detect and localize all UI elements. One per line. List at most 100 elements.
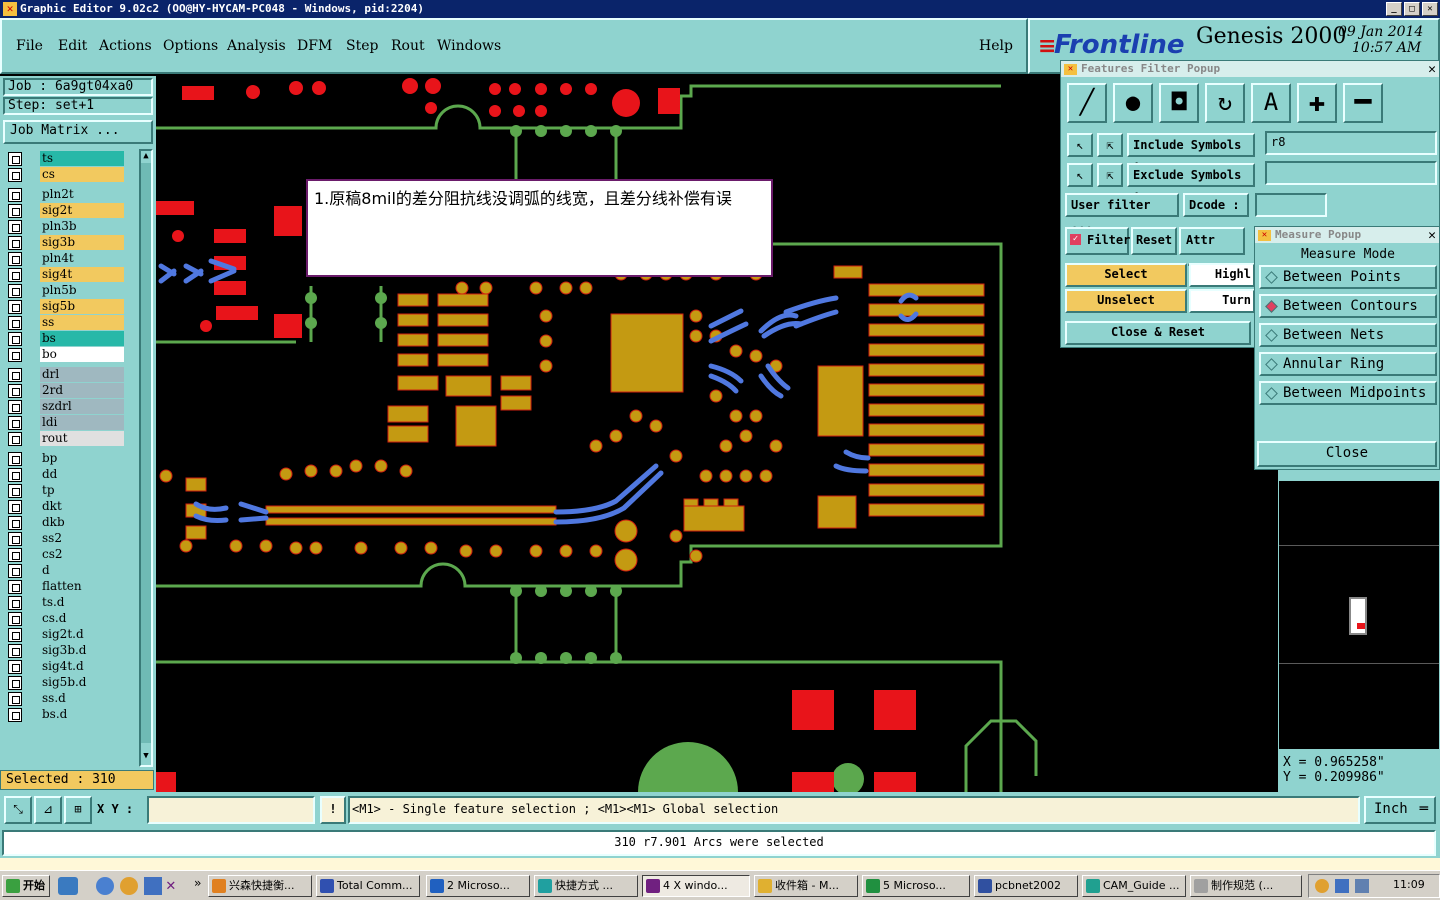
scroll-up-icon[interactable]: ▲ — [141, 151, 151, 163]
tray-icon[interactable] — [1315, 879, 1329, 893]
menu-options[interactable]: Options — [163, 38, 218, 54]
include-symbols-input[interactable]: r8 — [1265, 131, 1437, 155]
layer-checkbox[interactable] — [8, 188, 22, 202]
layer-checkbox[interactable] — [8, 580, 22, 594]
menu-rout[interactable]: Rout — [391, 38, 425, 54]
layer-checkbox[interactable] — [8, 348, 22, 362]
include-popup-icon[interactable]: ⇱ — [1097, 133, 1123, 157]
task-item[interactable]: CAM_Guide ... — [1082, 875, 1186, 897]
layer-row-bs[interactable]: bs — [8, 331, 124, 346]
start-button[interactable]: 开始 — [2, 875, 50, 897]
filter-toggle[interactable]: ✓ Filter — [1065, 227, 1130, 255]
menu-help[interactable]: Help — [979, 38, 1013, 54]
layer-checkbox[interactable] — [8, 628, 22, 642]
layer-row-sig4t[interactable]: sig4t — [8, 267, 124, 282]
measure-between-nets[interactable]: Between Nets — [1259, 323, 1437, 347]
menu-step[interactable]: Step — [346, 38, 378, 54]
layer-row-sig5b-d[interactable]: sig5b.d — [8, 675, 124, 690]
layer-row-2rd[interactable]: 2rd — [8, 383, 124, 398]
include-pick-icon[interactable]: ↖ — [1067, 133, 1093, 157]
layer-checkbox[interactable] — [8, 500, 22, 514]
layer-scrollbar[interactable]: ▲ ▼ — [139, 149, 153, 767]
layer-checkbox[interactable] — [8, 516, 22, 530]
layer-checkbox[interactable] — [8, 152, 22, 166]
close-icon[interactable]: ✕ — [1422, 2, 1438, 16]
layer-checkbox[interactable] — [8, 644, 22, 658]
exclude-popup-icon[interactable]: ⇱ — [1097, 163, 1123, 187]
menu-edit[interactable]: Edit — [58, 38, 87, 54]
ie-icon[interactable] — [96, 877, 114, 895]
exclude-symbols-input[interactable] — [1265, 161, 1437, 185]
layer-row-dd[interactable]: dd — [8, 467, 124, 482]
layer-checkbox[interactable] — [8, 168, 22, 182]
select-button[interactable]: Select — [1065, 263, 1187, 287]
layer-checkbox[interactable] — [8, 384, 22, 398]
task-item[interactable]: Total Comm... — [316, 875, 420, 897]
layer-row-ss[interactable]: ss — [8, 315, 124, 330]
surface-filter-icon[interactable]: ◘ — [1159, 83, 1199, 123]
network-icon[interactable] — [1355, 879, 1369, 893]
unselect-button[interactable]: Unselect — [1065, 289, 1187, 313]
layer-checkbox[interactable] — [8, 400, 22, 414]
quicklaunch-icon[interactable] — [58, 877, 78, 895]
layer-row-dkt[interactable]: dkt — [8, 499, 124, 514]
layer-checkbox[interactable] — [8, 468, 22, 482]
maximize-icon[interactable]: □ — [1404, 2, 1420, 16]
layer-row-ts[interactable]: ts — [8, 151, 124, 166]
layer-checkbox[interactable] — [8, 708, 22, 722]
layer-checkbox[interactable] — [8, 452, 22, 466]
task-item[interactable]: pcbnet2002 — [974, 875, 1078, 897]
layer-row-sig4t-d[interactable]: sig4t.d — [8, 659, 124, 674]
measure-between-points[interactable]: Between Points — [1259, 265, 1437, 289]
layer-row-pln3b[interactable]: pln3b — [8, 219, 124, 234]
explorer-icon[interactable] — [144, 877, 162, 895]
job-matrix-button[interactable]: Job Matrix ... — [3, 120, 153, 144]
pad-filter-icon[interactable]: ● — [1113, 83, 1153, 123]
line-filter-icon[interactable]: ╱ — [1067, 83, 1107, 123]
layer-row-sig2t[interactable]: sig2t — [8, 203, 124, 218]
highlight-option[interactable]: Highl — [1189, 263, 1255, 287]
layer-checkbox[interactable] — [8, 332, 22, 346]
layer-checkbox[interactable] — [8, 612, 22, 626]
layer-row-cs2[interactable]: cs2 — [8, 547, 124, 562]
clock-icon[interactable] — [120, 877, 138, 895]
task-item-active[interactable]: 4 X windo... — [642, 875, 750, 897]
layer-row-pln5b[interactable]: pln5b — [8, 283, 124, 298]
turn-option[interactable]: Turn — [1189, 289, 1255, 313]
layer-checkbox[interactable] — [8, 548, 22, 562]
layer-checkbox[interactable] — [8, 676, 22, 690]
xy-input[interactable] — [147, 796, 315, 824]
layer-row-rout[interactable]: rout — [8, 431, 124, 446]
layer-row-ss-d[interactable]: ss.d — [8, 691, 124, 706]
layer-row-szdrl[interactable]: szdrl — [8, 399, 124, 414]
menu-file[interactable]: File — [16, 38, 43, 54]
layer-checkbox[interactable] — [8, 316, 22, 330]
alert-icon[interactable]: ! — [320, 796, 346, 824]
layer-checkbox[interactable] — [8, 484, 22, 498]
snap-icon[interactable]: ⊿ — [34, 796, 62, 824]
layer-row-drl[interactable]: drl — [8, 367, 124, 382]
layer-row-ldi[interactable]: ldi — [8, 415, 124, 430]
task-item[interactable]: 5 Microso... — [862, 875, 970, 897]
scroll-thumb[interactable] — [141, 163, 151, 743]
attr-button[interactable]: Attr ... — [1179, 227, 1245, 269]
menu-analysis[interactable]: Analysis — [227, 38, 286, 54]
layer-checkbox[interactable] — [8, 532, 22, 546]
measure-between-midpoints[interactable]: Between Midpoints — [1259, 381, 1437, 405]
more-icon[interactable]: » — [194, 876, 201, 890]
task-item[interactable]: 制作规范 (... — [1190, 875, 1302, 897]
layer-row-sig5b[interactable]: sig5b — [8, 299, 124, 314]
layer-checkbox[interactable] — [8, 596, 22, 610]
layer-row-sig3b-d[interactable]: sig3b.d — [8, 643, 124, 658]
scroll-down-icon[interactable]: ▼ — [141, 751, 151, 763]
layer-row-cs-d[interactable]: cs.d — [8, 611, 124, 626]
user-filter-button[interactable]: User filter ... — [1065, 193, 1179, 232]
layer-row-pln4t[interactable]: pln4t — [8, 251, 124, 266]
layer-row-ss2[interactable]: ss2 — [8, 531, 124, 546]
layer-checkbox[interactable] — [8, 660, 22, 674]
layer-row-flatten[interactable]: flatten — [8, 579, 124, 594]
layer-row-dkb[interactable]: dkb — [8, 515, 124, 530]
layer-checkbox[interactable] — [8, 692, 22, 706]
layer-checkbox[interactable] — [8, 300, 22, 314]
layer-checkbox[interactable] — [8, 432, 22, 446]
